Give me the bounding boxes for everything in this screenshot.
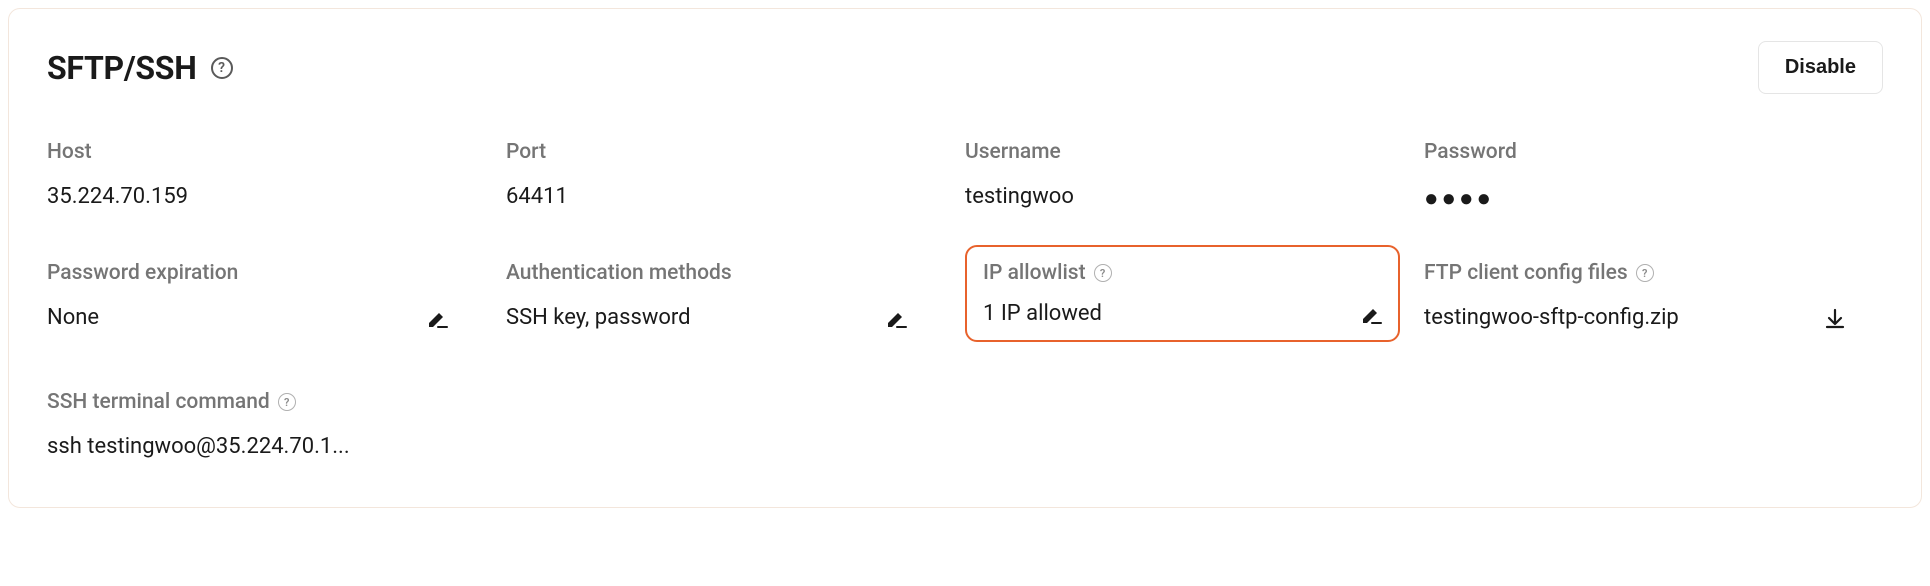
ssh-command-label-wrap: SSH terminal command ? bbox=[47, 390, 482, 414]
field-password: Password ●●●● bbox=[1424, 140, 1883, 213]
help-icon[interactable]: ? bbox=[211, 57, 233, 79]
field-auth-methods: Authentication methods SSH key, password bbox=[506, 261, 965, 342]
ftp-config-label: FTP client config files bbox=[1424, 261, 1628, 285]
panel-title: SFTP/SSH bbox=[47, 49, 197, 87]
ftp-config-value: testingwoo-sftp-config.zip bbox=[1424, 305, 1679, 330]
auth-methods-label: Authentication methods bbox=[506, 261, 941, 285]
password-expiration-label: Password expiration bbox=[47, 261, 482, 285]
host-value: 35.224.70.159 bbox=[47, 184, 188, 209]
password-value: ●●●● bbox=[1424, 184, 1494, 213]
panel-header: SFTP/SSH ? Disable bbox=[47, 41, 1883, 94]
port-label: Port bbox=[506, 140, 941, 164]
sftp-ssh-panel: SFTP/SSH ? Disable Host 35.224.70.159 Po… bbox=[8, 8, 1922, 508]
download-icon[interactable] bbox=[1823, 306, 1847, 330]
field-password-expiration: Password expiration None bbox=[47, 261, 506, 342]
disable-button[interactable]: Disable bbox=[1758, 41, 1883, 94]
panel-title-wrap: SFTP/SSH ? bbox=[47, 49, 233, 87]
help-icon[interactable]: ? bbox=[1636, 264, 1654, 282]
username-value: testingwoo bbox=[965, 184, 1074, 209]
edit-icon[interactable] bbox=[1360, 302, 1384, 326]
ip-allowlist-label-wrap: IP allowlist ? bbox=[983, 261, 1384, 285]
field-host: Host 35.224.70.159 bbox=[47, 140, 506, 213]
help-icon[interactable]: ? bbox=[1094, 264, 1112, 282]
field-ip-allowlist: IP allowlist ? 1 IP allowed bbox=[965, 261, 1424, 342]
port-value: 64411 bbox=[506, 184, 568, 209]
auth-methods-value: SSH key, password bbox=[506, 305, 691, 330]
ip-allowlist-highlight: IP allowlist ? 1 IP allowed bbox=[965, 245, 1400, 342]
ssh-command-label: SSH terminal command bbox=[47, 390, 270, 414]
host-label: Host bbox=[47, 140, 482, 164]
password-label: Password bbox=[1424, 140, 1859, 164]
ip-allowlist-label: IP allowlist bbox=[983, 261, 1086, 285]
ftp-config-label-wrap: FTP client config files ? bbox=[1424, 261, 1859, 285]
edit-icon[interactable] bbox=[426, 306, 450, 330]
ip-allowlist-value: 1 IP allowed bbox=[983, 301, 1102, 326]
field-username: Username testingwoo bbox=[965, 140, 1424, 213]
field-port: Port 64411 bbox=[506, 140, 965, 213]
ssh-command-value: ssh testingwoo@35.224.70.1... bbox=[47, 434, 350, 459]
username-label: Username bbox=[965, 140, 1400, 164]
edit-icon[interactable] bbox=[885, 306, 909, 330]
help-icon[interactable]: ? bbox=[278, 393, 296, 411]
password-expiration-value: None bbox=[47, 305, 99, 330]
fields-grid: Host 35.224.70.159 Port 64411 Username t… bbox=[47, 140, 1883, 459]
field-ftp-config: FTP client config files ? testingwoo-sft… bbox=[1424, 261, 1883, 342]
field-ssh-command: SSH terminal command ? ssh testingwoo@35… bbox=[47, 390, 506, 459]
